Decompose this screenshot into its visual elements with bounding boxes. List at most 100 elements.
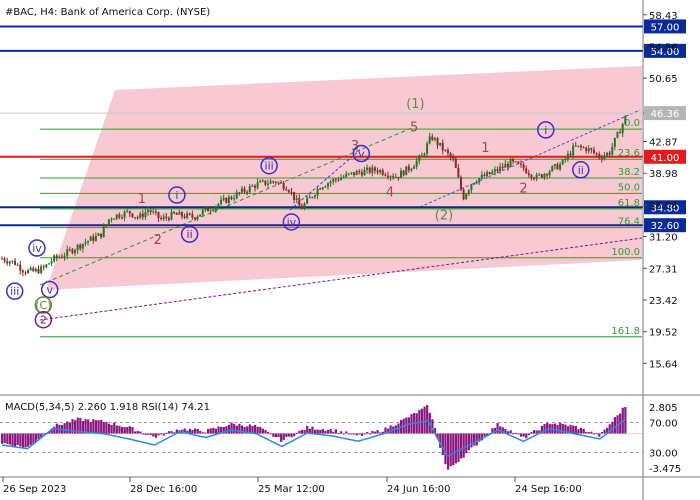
macd-hist-bar bbox=[123, 427, 126, 434]
candle-body bbox=[227, 196, 230, 203]
candle-body bbox=[40, 266, 43, 274]
candle-body bbox=[519, 163, 522, 165]
macd-hist-bar bbox=[347, 433, 351, 435]
macd-hist-bar bbox=[556, 424, 559, 434]
macd-hist-bar bbox=[188, 428, 191, 434]
macd-hist-bar bbox=[358, 433, 361, 435]
candle-body bbox=[267, 183, 270, 185]
wave-label: 5 bbox=[410, 120, 418, 135]
candle-body bbox=[280, 182, 283, 184]
macd-hist-bar bbox=[225, 426, 228, 434]
candle-body bbox=[126, 211, 129, 213]
candle-body bbox=[212, 210, 215, 212]
macd-hist-bar bbox=[465, 433, 468, 454]
macd-hist-bar bbox=[543, 424, 546, 434]
candle-body bbox=[308, 197, 311, 199]
macd-hist-bar bbox=[27, 433, 30, 447]
macd-hist-bar bbox=[598, 433, 601, 437]
macd-hist-bar bbox=[350, 433, 353, 435]
price-tick-label: 58.43 bbox=[649, 11, 678, 22]
candle-body bbox=[225, 197, 228, 203]
candle-body bbox=[66, 249, 69, 256]
candle-body bbox=[405, 166, 408, 176]
candle-body bbox=[413, 166, 416, 169]
macd-hist-bar bbox=[509, 430, 512, 434]
macd-hist-bar bbox=[144, 433, 147, 435]
candle-body bbox=[154, 211, 157, 213]
candle-body bbox=[29, 267, 32, 270]
candle-body bbox=[582, 147, 585, 149]
macd-hist-bar bbox=[337, 432, 340, 434]
macd-hist-bar bbox=[530, 432, 533, 434]
candle-body bbox=[147, 210, 150, 213]
macd-hist-bar bbox=[441, 433, 444, 456]
candle-body bbox=[152, 211, 155, 213]
candle-body bbox=[478, 178, 481, 183]
macd-hist-bar bbox=[467, 433, 471, 451]
macd-hist-bar bbox=[259, 426, 262, 434]
macd-hist-bar bbox=[11, 433, 14, 446]
macd-hist-bar bbox=[525, 433, 528, 439]
macd-hist-bar bbox=[319, 429, 322, 434]
candle-body bbox=[295, 198, 298, 200]
wave-label: i bbox=[175, 189, 178, 202]
candle-body bbox=[493, 169, 496, 172]
current-price-label: 46.36 bbox=[651, 109, 680, 120]
candle-body bbox=[321, 187, 324, 190]
macd-hist-bar bbox=[311, 426, 314, 434]
candle-body bbox=[491, 171, 494, 175]
candle-body bbox=[259, 181, 262, 183]
fib-label: 100.0 bbox=[611, 247, 640, 258]
candle-body bbox=[350, 172, 353, 174]
candle-body bbox=[175, 213, 178, 215]
macd-hist-bar bbox=[94, 420, 98, 434]
macd-hist-bar bbox=[449, 433, 452, 467]
candle-body bbox=[274, 181, 277, 183]
candle-body bbox=[144, 212, 147, 218]
candle-body bbox=[473, 182, 476, 185]
candle-body bbox=[467, 190, 470, 195]
macd-hist-bar bbox=[342, 433, 345, 435]
macd-hist-bar bbox=[261, 428, 264, 434]
macd-hist-bar bbox=[16, 433, 19, 446]
macd-hist-bar bbox=[19, 433, 22, 447]
macd-hist-bar bbox=[147, 433, 150, 435]
macd-hist-bar bbox=[574, 426, 577, 434]
candle-body bbox=[19, 264, 22, 271]
candle-body bbox=[525, 168, 528, 174]
candle-body bbox=[316, 188, 319, 196]
macd-hist-bar bbox=[290, 433, 293, 438]
candle-body bbox=[512, 159, 515, 162]
candle-body bbox=[47, 263, 50, 265]
candle-body bbox=[347, 173, 350, 175]
candle-body bbox=[436, 138, 439, 146]
macd-hist-bar bbox=[326, 430, 330, 434]
macd-hist-bar bbox=[295, 432, 298, 434]
macd-hist-bar bbox=[585, 432, 588, 434]
macd-hist-bar bbox=[264, 430, 267, 434]
candle-body bbox=[84, 242, 87, 244]
level-badge-label: 32.60 bbox=[651, 221, 680, 232]
macd-hist-bar bbox=[303, 430, 306, 434]
candle-body bbox=[63, 255, 66, 258]
candle-body bbox=[94, 235, 97, 241]
candle-body bbox=[420, 155, 423, 157]
macd-hist-bar bbox=[141, 433, 145, 435]
macd-hist-bar bbox=[256, 426, 259, 434]
macd-hist-bar bbox=[379, 432, 382, 434]
candle-body bbox=[303, 203, 306, 210]
wave-label: iv bbox=[32, 242, 42, 255]
candle-body bbox=[193, 217, 196, 219]
price-tick-label: 27.31 bbox=[649, 264, 678, 275]
candle-body bbox=[97, 233, 100, 236]
time-tick-label: 24 Sep 16:00 bbox=[515, 484, 582, 495]
candle-body bbox=[287, 190, 290, 192]
time-tick-label: 25 Mar 12:00 bbox=[258, 484, 325, 495]
candle-body bbox=[261, 180, 264, 182]
candle-body bbox=[329, 181, 332, 184]
macd-hist-bar bbox=[426, 404, 429, 434]
candle-body bbox=[454, 158, 457, 168]
macd-hist-bar bbox=[321, 428, 324, 434]
candle-body bbox=[324, 186, 327, 188]
macd-hist-bar bbox=[496, 422, 499, 434]
